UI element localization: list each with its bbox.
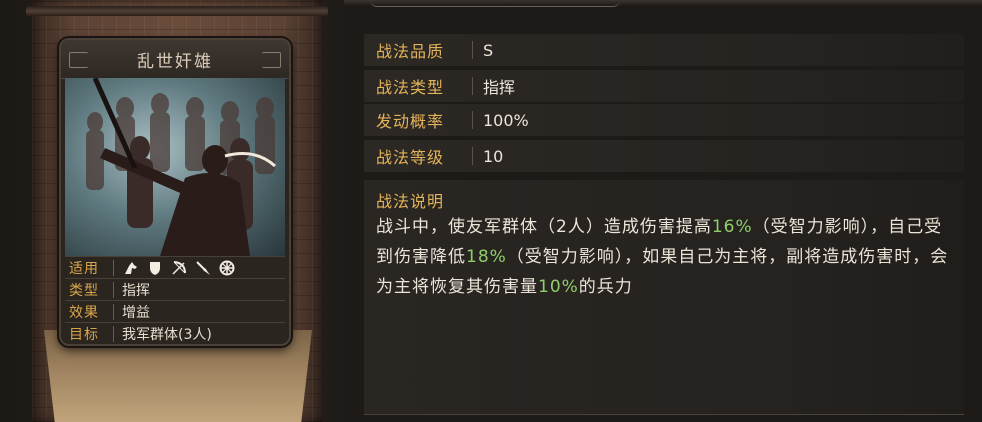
card-title-bar: 乱世奸雄 (61, 40, 289, 79)
applicable-label: 适用 (69, 261, 99, 277)
card-row-target: 目标 我军群体(3人) (65, 322, 285, 344)
skill-type-label: 战法类型 (376, 78, 445, 97)
skill-description-panel: 战法说明 战斗中，使友军群体（2人）造成伤害提高16%（受智力影响），自己受到伤… (364, 180, 964, 415)
type-value: 指挥 (122, 283, 150, 299)
description-segment: 的兵力 (578, 277, 633, 297)
card-row-applicable: 适用 (65, 256, 285, 279)
title-ornament-left (69, 52, 88, 68)
skill-type-value: 指挥 (483, 78, 516, 97)
skill-level-value: 10 (483, 146, 504, 166)
horse-icon (122, 259, 140, 277)
warrior-silhouette-art (86, 78, 277, 256)
skill-name: 乱世奸雄 (137, 51, 213, 72)
property-row-type: 战法类型 指挥 (364, 70, 964, 102)
damage-boost-value: 16% (711, 217, 753, 237)
row-divider (113, 326, 114, 342)
quality-value: S (483, 40, 494, 60)
property-row-level: 战法等级 10 (364, 140, 964, 172)
target-value: 我军群体(3人) (122, 327, 212, 343)
row-divider (113, 282, 114, 298)
row-divider (472, 41, 473, 59)
description-title: 战法说明 (376, 192, 445, 211)
target-label: 目标 (69, 327, 99, 343)
trigger-chance-value: 100% (483, 110, 529, 130)
quality-label: 战法品质 (376, 42, 445, 61)
troop-type-icons (122, 259, 236, 277)
property-row-quality: 战法品质 S (364, 34, 964, 66)
type-label: 类型 (69, 283, 99, 299)
effect-value: 增益 (122, 305, 150, 321)
spear-icon (194, 259, 212, 277)
row-divider (472, 147, 473, 165)
title-ornament-right (262, 52, 281, 68)
skill-level-label: 战法等级 (376, 148, 445, 167)
heal-ratio-value: 10% (538, 277, 579, 297)
effect-label: 效果 (69, 305, 99, 321)
property-row-chance: 发动概率 100% (364, 104, 964, 136)
bow-icon (170, 259, 188, 277)
skill-card[interactable]: 乱世奸雄 适用 类型 指挥 效果 增益 目标 我军群体(3人) (59, 38, 291, 346)
skill-artwork (65, 78, 285, 256)
row-divider (472, 111, 473, 129)
wheel-icon (218, 259, 236, 277)
description-segment: 战斗中，使友军群体（2人）造成伤害提高 (376, 217, 712, 237)
trigger-chance-label: 发动概率 (376, 112, 445, 131)
damage-reduction-value: 18% (466, 247, 507, 267)
scroll-rod (26, 6, 328, 16)
shield-icon (146, 259, 164, 277)
description-text: 战斗中，使友军群体（2人）造成伤害提高16%（受智力影响），自己受到伤害降低18… (376, 212, 956, 302)
card-row-effect: 效果 增益 (65, 300, 285, 323)
panel-top-ornament (370, 0, 620, 7)
card-row-type: 类型 指挥 (65, 278, 285, 301)
row-divider (113, 260, 114, 276)
row-divider (113, 304, 114, 320)
row-divider (472, 77, 473, 95)
